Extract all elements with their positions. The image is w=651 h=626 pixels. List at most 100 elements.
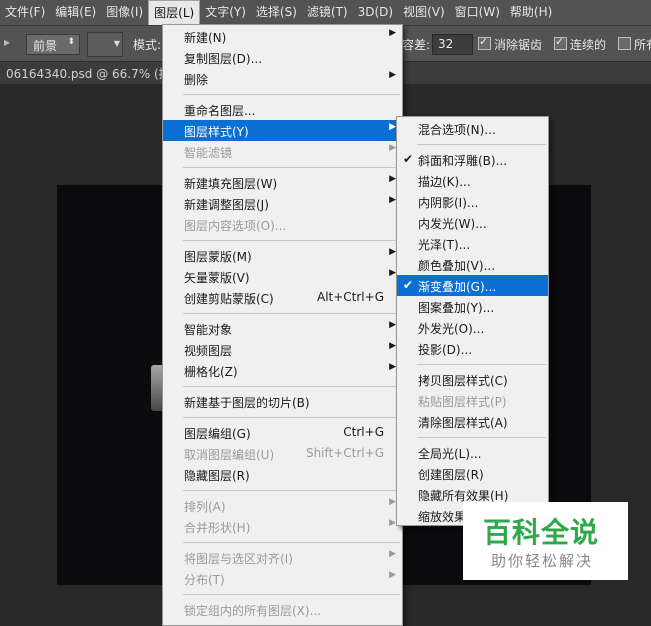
layer-style-item[interactable]: ✔ 渐变叠加(G)... <box>397 275 548 296</box>
submenu-arrow-icon: ▶ <box>389 549 396 559</box>
fill-source-select[interactable]: 前景 ⬍ <box>26 34 80 55</box>
submenu-arrow-icon: ▶ <box>389 174 396 184</box>
submenu-arrow-icon: ▶ <box>389 28 396 38</box>
submenu-arrow-icon: ▶ <box>389 362 396 372</box>
menu-select[interactable]: 选择(S) <box>251 0 302 25</box>
layer-menu-item-label: 新建(N) <box>184 31 227 45</box>
grip-icon: ▸ <box>4 35 11 49</box>
menu-image[interactable]: 图像(I) <box>101 0 148 25</box>
layer-menu-item: 取消图层编组(U) Shift+Ctrl+G <box>163 443 402 464</box>
layer-menu-item[interactable]: 新建调整图层(J) ▶ <box>163 193 402 214</box>
menu-help[interactable]: 帮助(H) <box>505 0 557 25</box>
layer-menu-item[interactable]: 栅格化(Z) ▶ <box>163 360 402 381</box>
layer-menu-item[interactable]: 视频图层 ▶ <box>163 339 402 360</box>
layer-style-item[interactable]: 描边(K)... <box>397 170 548 191</box>
menu-file[interactable]: 文件(F) <box>0 0 50 25</box>
menu-3d[interactable]: 3D(D) <box>353 0 398 25</box>
layer-style-item[interactable]: ✔ 斜面和浮雕(B)... <box>397 149 548 170</box>
layer-menu-item-label: 视频图层 <box>184 344 233 358</box>
layer-style-item[interactable]: 图案叠加(Y)... <box>397 296 548 317</box>
layer-menu-item-label: 取消图层编组(U) <box>184 448 275 462</box>
layer-style-item[interactable]: 颜色叠加(V)... <box>397 254 548 275</box>
all-layers-checkbox[interactable]: 所有 <box>618 36 651 53</box>
layer-style-item-label: 缩放效果 <box>418 510 467 524</box>
layer-style-item[interactable]: 全局光(L)... <box>397 442 548 463</box>
layer-style-item-label: 粘贴图层样式(P) <box>418 395 507 409</box>
menu-separator <box>183 386 400 387</box>
menu-bar: 文件(F) 编辑(E) 图像(I) 图层(L) 文字(Y) 选择(S) 滤镜(T… <box>0 0 651 26</box>
layer-menu-item[interactable]: 复制图层(D)... <box>163 47 402 68</box>
tolerance-input[interactable]: 32 <box>432 34 473 55</box>
layer-menu-item[interactable]: 图层编组(G) Ctrl+G <box>163 422 402 443</box>
layer-menu-item-label: 智能对象 <box>184 323 233 337</box>
layer-menu-item: 将图层与选区对齐(I) ▶ <box>163 547 402 568</box>
layer-style-item[interactable]: 创建图层(R) <box>397 463 548 484</box>
layer-style-item[interactable]: 投影(D)... <box>397 338 548 359</box>
antialias-checkbox[interactable]: 消除锯齿 <box>478 35 542 53</box>
layer-menu-item[interactable]: 创建剪贴蒙版(C) Alt+Ctrl+G <box>163 287 402 308</box>
layer-style-item[interactable]: 内阴影(I)... <box>397 191 548 212</box>
menu-view[interactable]: 视图(V) <box>398 0 450 25</box>
layer-menu-item-label: 图层样式(Y) <box>184 125 249 139</box>
layer-style-item[interactable]: 外发光(O)... <box>397 317 548 338</box>
submenu-arrow-icon: ▶ <box>389 247 396 257</box>
layer-menu-item-label: 将图层与选区对齐(I) <box>184 552 293 566</box>
menu-separator <box>183 594 400 595</box>
layer-style-item-label: 创建图层(R) <box>418 468 484 482</box>
layer-menu-item: 图层内容选项(O)... <box>163 214 402 235</box>
layer-menu-item: 排列(A) ▶ <box>163 495 402 516</box>
layer-style-item[interactable]: 拷贝图层样式(C) <box>397 369 548 390</box>
layer-menu-item[interactable]: 删除 ▶ <box>163 68 402 89</box>
layer-menu-item[interactable]: 新建(N) ▶ <box>163 26 402 47</box>
layer-menu-item[interactable]: 图层样式(Y) ▶ <box>163 120 402 141</box>
layer-style-submenu: 混合选项(N)... ✔ 斜面和浮雕(B)... 描边(K)... 内阴影(I)... 内… <box>396 116 549 526</box>
layer-style-item-label: 图案叠加(Y)... <box>418 301 495 315</box>
submenu-arrow-icon: ▶ <box>389 122 396 132</box>
layer-style-item-label: 渐变叠加(G)... <box>418 280 497 294</box>
checkmark-icon: ✔ <box>403 152 414 166</box>
menu-layer[interactable]: 图层(L) <box>148 0 201 25</box>
contiguous-checkbox[interactable]: 连续的 <box>554 35 606 53</box>
tolerance-label: 容差: <box>402 38 431 52</box>
layer-menu-item[interactable]: 新建基于图层的切片(B) <box>163 391 402 412</box>
layer-menu-item-label: 新建填充图层(W) <box>184 177 278 191</box>
menu-separator <box>183 542 400 543</box>
layer-style-item-label: 颜色叠加(V)... <box>418 259 496 273</box>
layer-menu-item-label: 矢量蒙版(V) <box>184 271 250 285</box>
layer-menu-item[interactable]: 矢量蒙版(V) ▶ <box>163 266 402 287</box>
layer-style-item-label: 清除图层样式(A) <box>418 416 508 430</box>
fill-source-value: 前景 <box>33 39 58 53</box>
menu-type[interactable]: 文字(Y) <box>200 0 251 25</box>
layer-menu-item[interactable]: 隐藏图层(R) <box>163 464 402 485</box>
layer-style-item[interactable]: 光泽(T)... <box>397 233 548 254</box>
layer-menu-item-label: 复制图层(D)... <box>184 52 263 66</box>
layer-style-item[interactable]: 清除图层样式(A) <box>397 411 548 432</box>
menu-edit[interactable]: 编辑(E) <box>50 0 101 25</box>
submenu-arrow-icon: ▶ <box>389 341 396 351</box>
layer-style-item-label: 外发光(O)... <box>418 322 485 336</box>
layer-menu-item[interactable]: 智能对象 ▶ <box>163 318 402 339</box>
menu-window[interactable]: 窗口(W) <box>450 0 505 25</box>
layer-menu-item-label: 隐藏图层(R) <box>184 469 250 483</box>
submenu-arrow-icon: ▶ <box>389 497 396 507</box>
submenu-arrow-icon: ▶ <box>389 570 396 580</box>
layer-menu-item-shortcut: Ctrl+G <box>343 425 384 439</box>
menu-separator <box>183 240 400 241</box>
layer-style-item-label: 投影(D)... <box>418 343 473 357</box>
layer-style-item[interactable]: 内发光(W)... <box>397 212 548 233</box>
menu-separator <box>417 364 546 365</box>
checkmark-icon: ✔ <box>403 278 414 292</box>
mode-label: 模式: <box>133 38 162 52</box>
submenu-arrow-icon: ▶ <box>389 518 396 528</box>
menu-filter[interactable]: 滤镜(T) <box>302 0 353 25</box>
checkbox-checked-icon <box>554 35 567 50</box>
layer-menu-item[interactable]: 重命名图层... <box>163 99 402 120</box>
layer-menu-item-label: 合并形状(H) <box>184 521 251 535</box>
pattern-picker[interactable]: ▼ <box>87 32 123 57</box>
layer-menu-item[interactable]: 新建填充图层(W) ▶ <box>163 172 402 193</box>
layer-menu-item[interactable]: 图层蒙版(M) ▶ <box>163 245 402 266</box>
layer-menu-item-label: 新建调整图层(J) <box>184 198 269 212</box>
layer-menu-dropdown: 新建(N) ▶ 复制图层(D)... 删除 ▶ 重命名图层... 图层样式(Y) ▶ 智能滤镜 ▶… <box>162 24 403 626</box>
layer-style-item[interactable]: 混合选项(N)... <box>397 118 548 139</box>
layer-style-item-label: 斜面和浮雕(B)... <box>418 154 508 168</box>
